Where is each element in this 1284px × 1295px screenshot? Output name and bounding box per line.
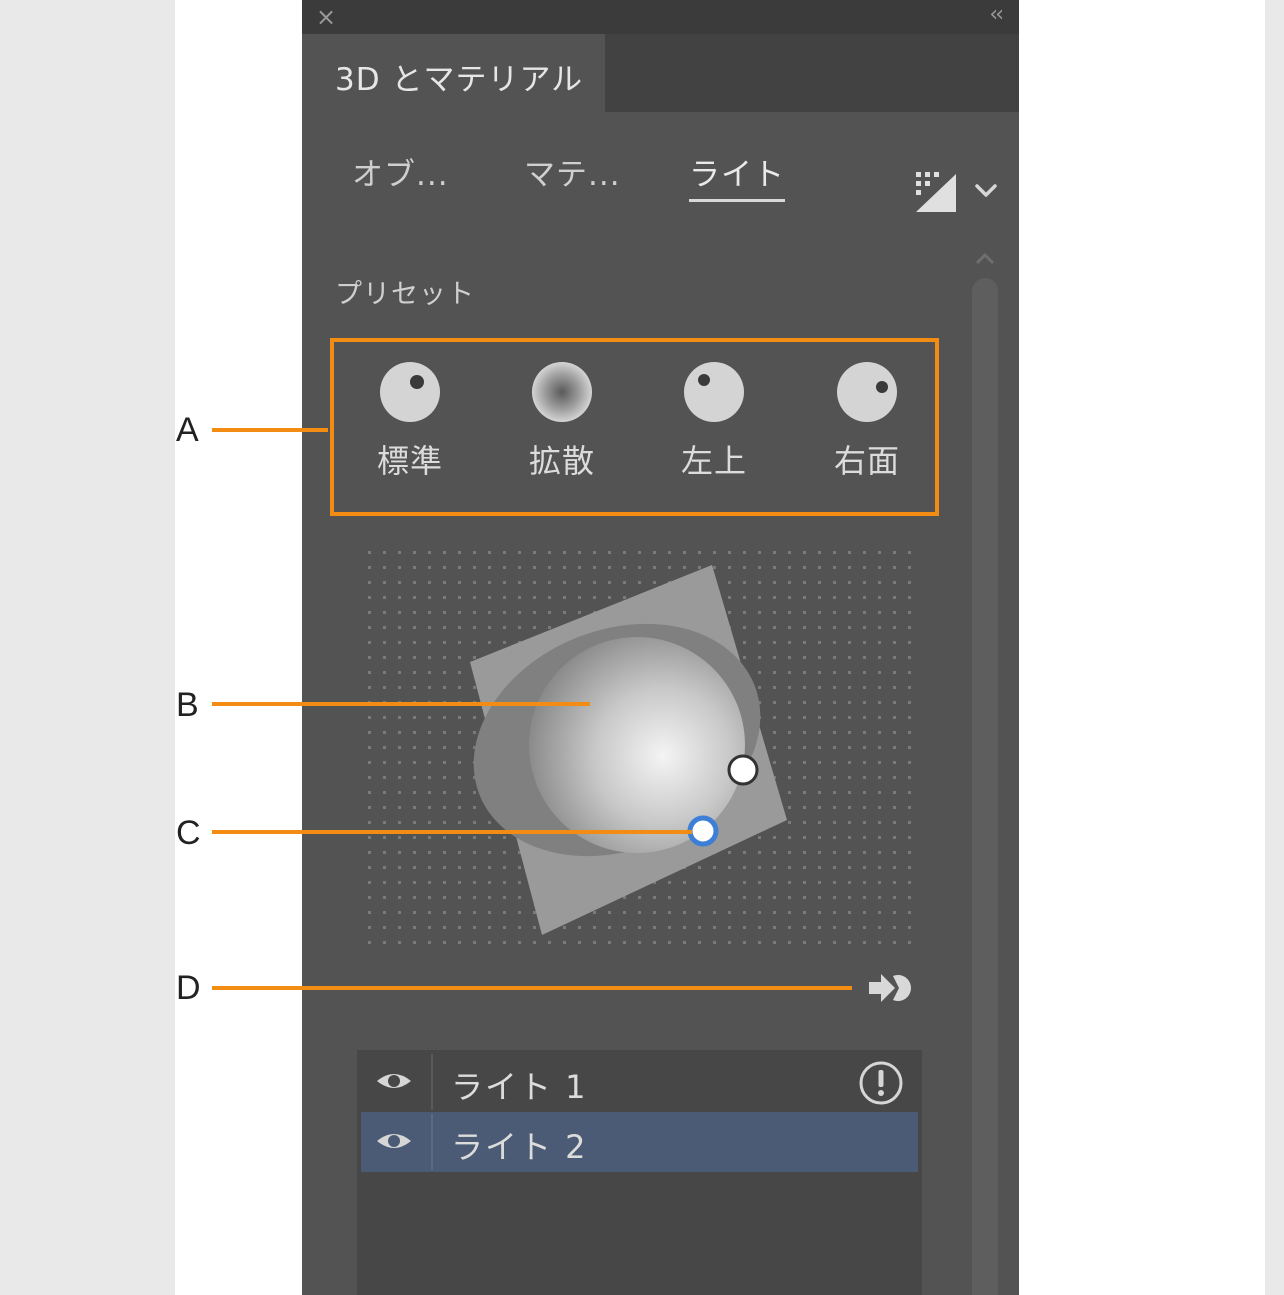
warning-icon xyxy=(859,1061,903,1105)
eye-icon[interactable] xyxy=(375,1126,413,1156)
preset-right-icon xyxy=(837,362,897,422)
preset-right[interactable]: 右面 xyxy=(807,360,927,482)
preset-top-left-icon xyxy=(684,362,744,422)
panel-title: 3D とマテリアル xyxy=(335,62,584,98)
preset-standard[interactable]: 標準 xyxy=(350,360,470,482)
annotation-label-c: C xyxy=(176,814,201,852)
chevron-down-icon[interactable] xyxy=(974,180,998,200)
render-icon[interactable] xyxy=(914,170,956,212)
tab-materials[interactable]: マテ... xyxy=(524,157,621,193)
tab-object[interactable]: オブ... xyxy=(352,157,449,193)
vertical-scrollbar[interactable] xyxy=(970,250,1000,1295)
subtab-bar: オブ... マテ... ライト xyxy=(302,112,1019,222)
preset-top-left[interactable]: 左上 xyxy=(654,360,774,482)
light-name: ライト 2 xyxy=(451,1128,588,1166)
scrollbar-track[interactable] xyxy=(972,278,998,1295)
annotation-line-c xyxy=(212,830,692,834)
preset-label: 左上 xyxy=(680,442,747,480)
preset-diffuse-icon xyxy=(532,362,592,422)
light-name: ライト 1 xyxy=(451,1068,588,1106)
3d-materials-panel: × ‹‹ 3D とマテリアル オブ... マテ... ライト プリセット 標準 … xyxy=(302,0,1019,1295)
annotation-label-b: B xyxy=(176,686,199,724)
annotation-line-d xyxy=(212,986,852,990)
page-background-left xyxy=(0,0,175,1295)
row-divider xyxy=(431,1114,433,1170)
panel-tab-3d-materials[interactable]: 3D とマテリアル xyxy=(302,34,605,112)
page-background-right xyxy=(1265,0,1284,1295)
preset-label: 標準 xyxy=(376,442,443,480)
preset-diffuse[interactable]: 拡散 xyxy=(502,360,622,482)
annotation-line-b xyxy=(212,702,590,706)
annotation-label-a: A xyxy=(176,411,199,449)
preset-label: 右面 xyxy=(833,442,900,480)
annotation-label-d: D xyxy=(176,969,201,1007)
preset-standard-icon xyxy=(380,362,440,422)
panel-tabbar: 3D とマテリアル xyxy=(302,34,1019,112)
light-handle-selected[interactable] xyxy=(687,815,719,847)
light-position-canvas[interactable] xyxy=(362,545,922,945)
preset-label: 拡散 xyxy=(528,442,595,480)
close-icon[interactable]: × xyxy=(316,4,336,30)
panel-titlebar: × ‹‹ xyxy=(302,0,1019,34)
light-row-2-selected[interactable]: ライト 2 xyxy=(361,1112,918,1172)
scroll-up-icon[interactable] xyxy=(973,250,997,268)
light-row-1[interactable]: ライト 1 xyxy=(361,1052,918,1112)
collapse-panel-icon[interactable]: ‹‹ xyxy=(989,2,1004,28)
light-list: ライト 1 ライト 2 xyxy=(357,1050,922,1295)
presets-label: プリセット xyxy=(335,279,475,310)
tab-lighting[interactable]: ライト xyxy=(689,157,785,202)
move-light-icon[interactable] xyxy=(867,968,917,1008)
light-handle-inactive[interactable] xyxy=(727,754,759,786)
annotation-line-a xyxy=(212,428,328,432)
eye-icon[interactable] xyxy=(375,1066,413,1096)
row-divider xyxy=(431,1054,433,1110)
